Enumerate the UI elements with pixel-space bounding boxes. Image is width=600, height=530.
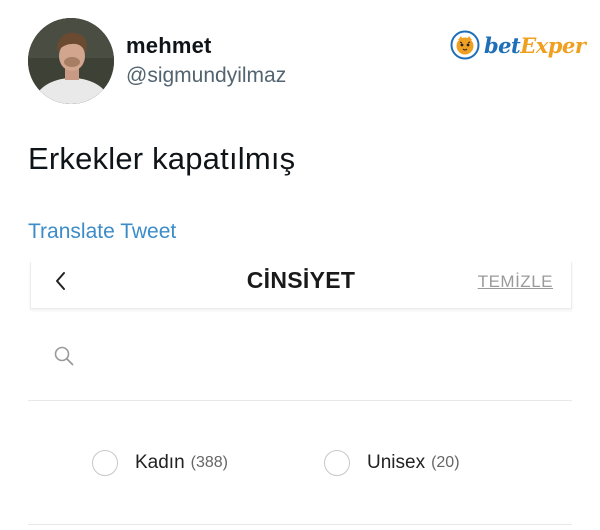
avatar-photo xyxy=(28,18,114,104)
option-unisex[interactable]: Unisex (20) xyxy=(324,448,460,478)
user-handle[interactable]: @sigmundyilmaz xyxy=(126,64,286,88)
tweet-text: Erkekler kapatılmış xyxy=(28,141,296,176)
tiger-badge-icon xyxy=(450,30,480,60)
watermark-text-exper: Exper xyxy=(520,32,586,58)
option-kadin[interactable]: Kadın (388) xyxy=(92,448,228,478)
translate-tweet-link[interactable]: Translate Tweet xyxy=(28,220,176,244)
filter-panel: CİNSİYET TEMİZLE Kadın (388) Unisex (20) xyxy=(28,262,572,530)
option-count: (388) xyxy=(190,454,229,471)
search-row xyxy=(28,332,572,401)
divider xyxy=(28,524,572,525)
option-label: Unisex xyxy=(367,452,426,473)
clear-filter-link[interactable]: TEMİZLE xyxy=(478,272,553,292)
radio-unisex[interactable] xyxy=(324,450,350,476)
display-name[interactable]: mehmet xyxy=(126,33,212,59)
gender-options: Kadın (388) Unisex (20) xyxy=(28,448,572,482)
filter-panel-header: CİNSİYET TEMİZLE xyxy=(30,262,572,309)
option-label: Kadın xyxy=(135,452,185,473)
search-input[interactable] xyxy=(88,338,552,376)
option-count: (20) xyxy=(431,454,460,471)
watermark-logo: betExper xyxy=(450,28,586,62)
avatar[interactable] xyxy=(28,18,114,104)
search-icon xyxy=(54,346,74,366)
watermark-text-bet: bet xyxy=(484,32,521,58)
radio-kadin[interactable] xyxy=(92,450,118,476)
watermark-text: betExper xyxy=(484,32,586,58)
